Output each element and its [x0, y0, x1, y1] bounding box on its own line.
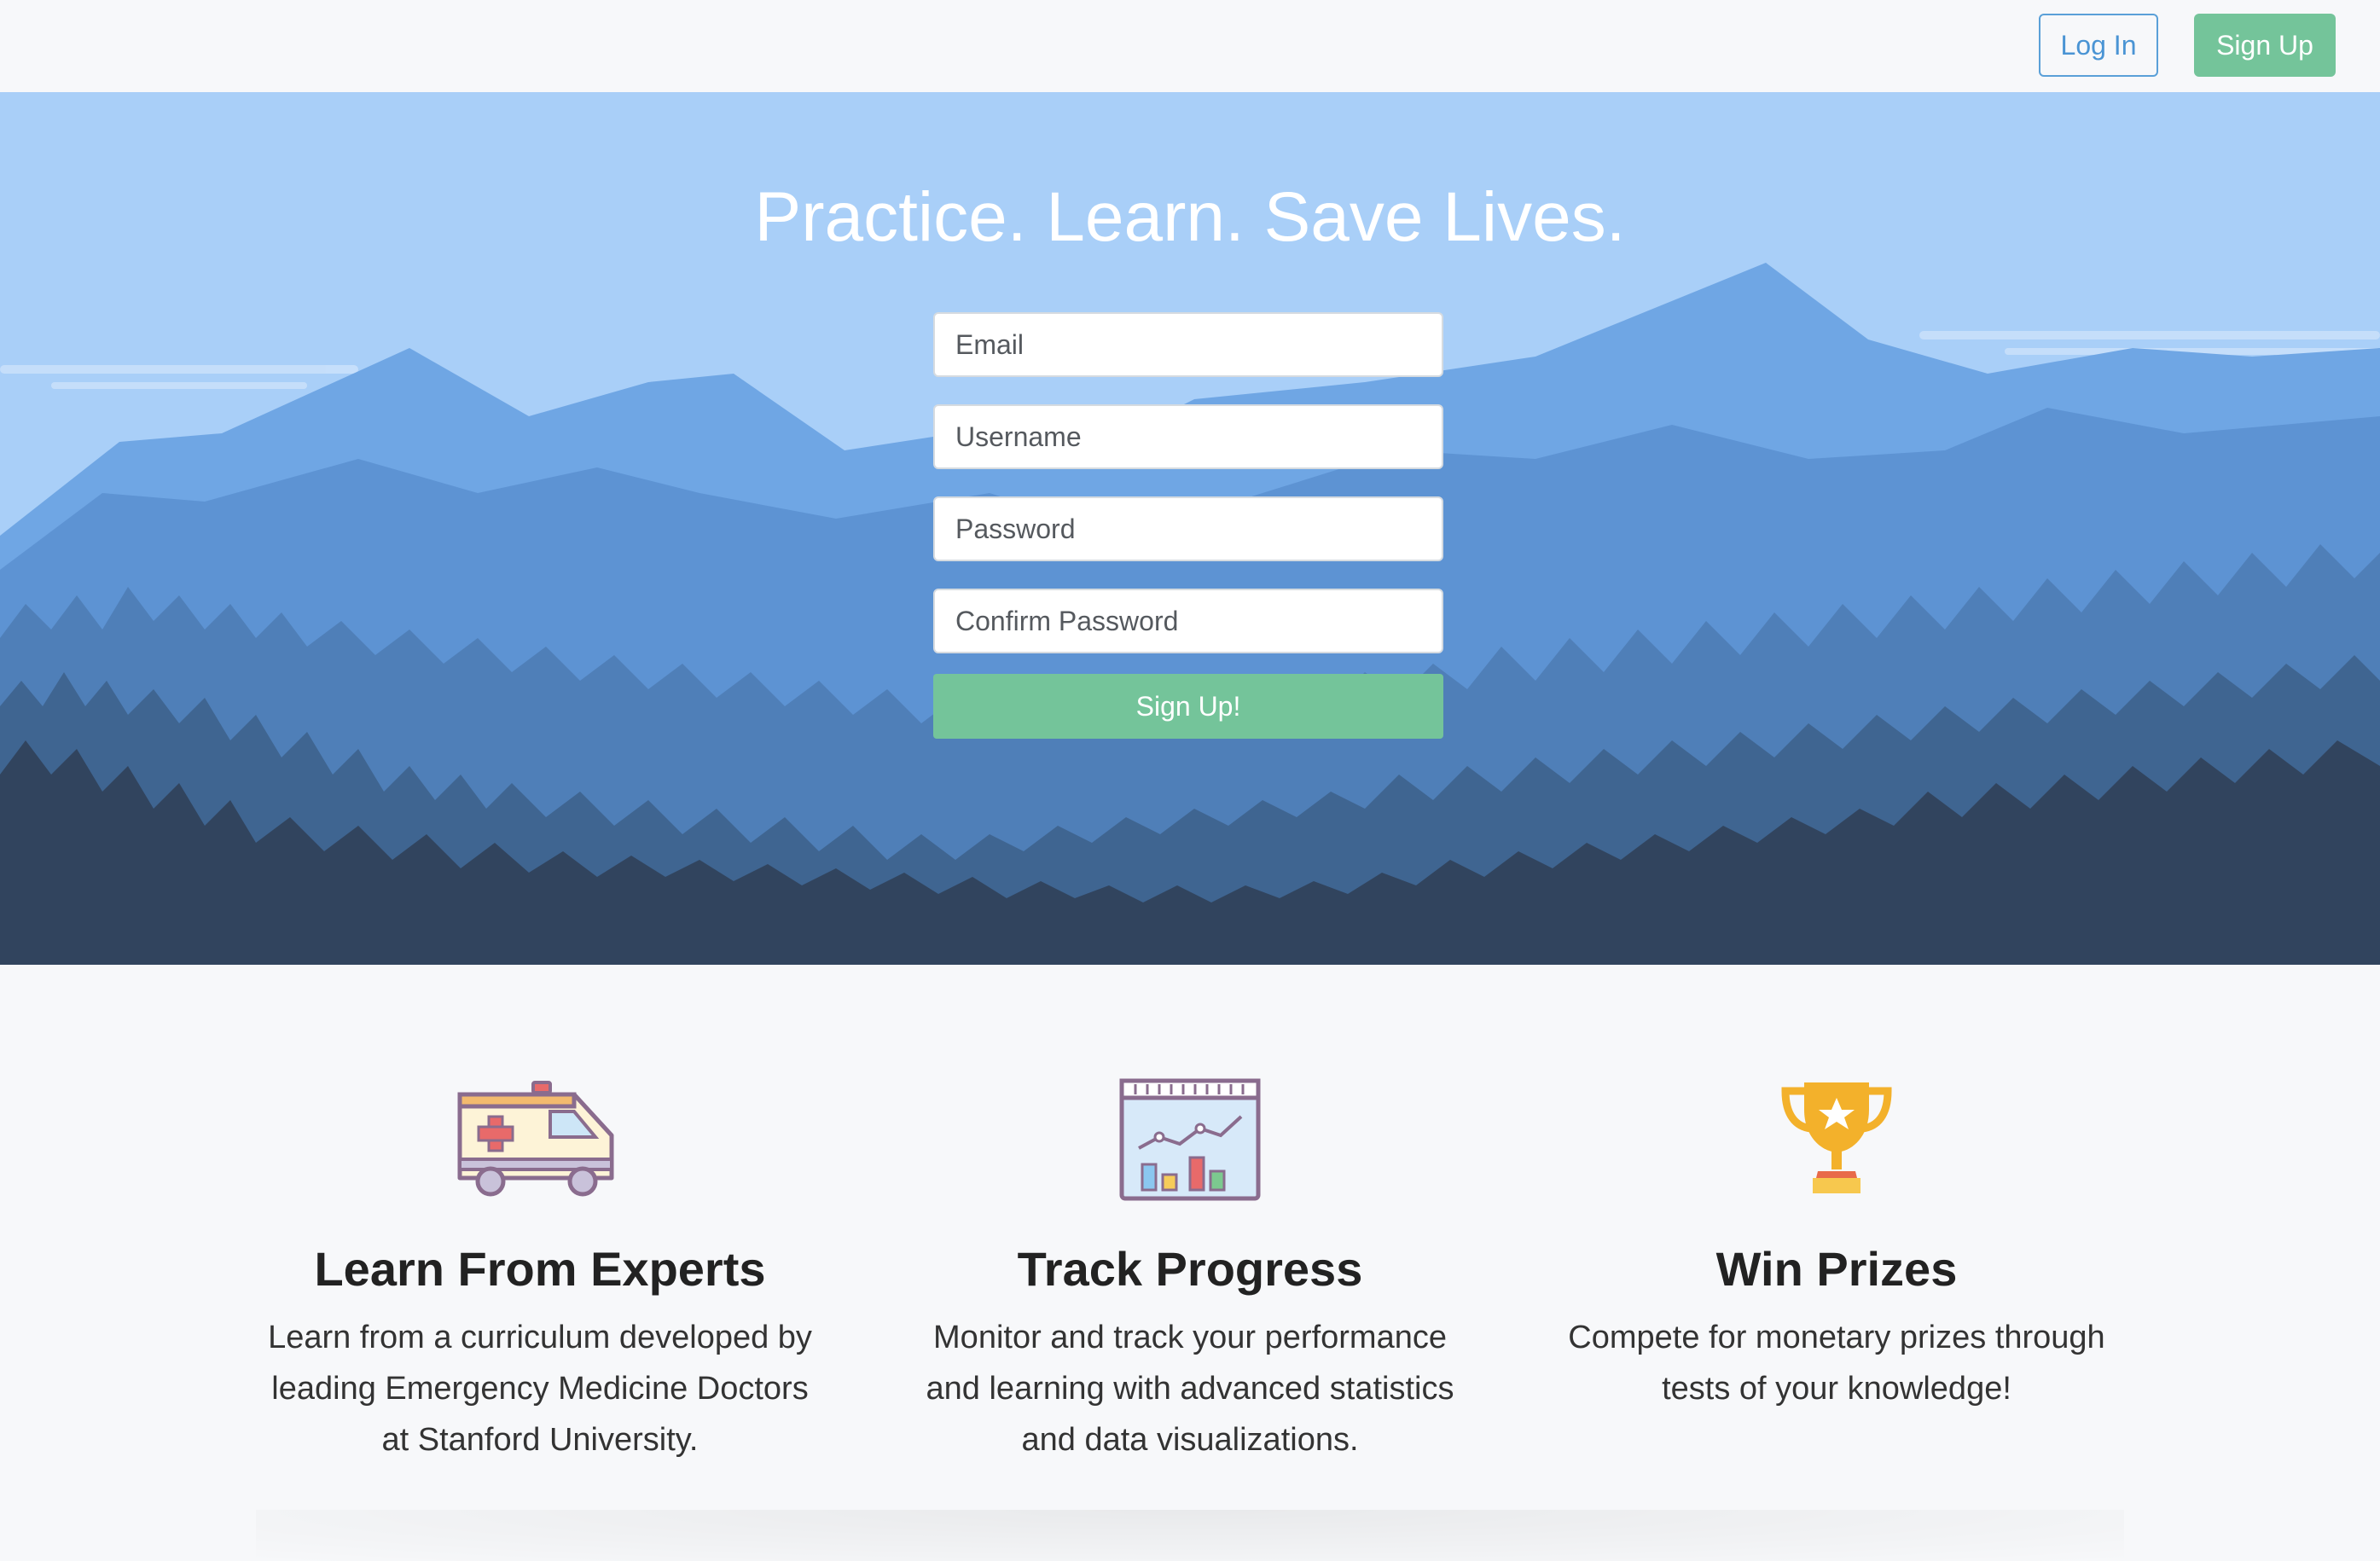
- password-field[interactable]: [933, 496, 1443, 561]
- username-field[interactable]: [933, 404, 1443, 469]
- features-section: Learn From Experts Learn from a curricul…: [0, 965, 2380, 1544]
- feature-track-progress: Track Progress Monitor and track your pe…: [891, 1076, 1489, 1465]
- chart-dashboard-icon: [1119, 1078, 1261, 1201]
- signup-nav-button[interactable]: Sign Up: [2194, 14, 2336, 77]
- feature-win-prizes: Win Prizes Compete for monetary prizes t…: [1538, 1076, 2135, 1414]
- feature-description: Learn from a curriculum developed by lea…: [268, 1320, 812, 1458]
- feature-title: Track Progress: [1017, 1242, 1363, 1296]
- top-navbar: Log In Sign Up: [0, 0, 2380, 92]
- footer-edge-shadow: [256, 1510, 2124, 1561]
- feature-description: Monitor and track your performance and l…: [926, 1320, 1454, 1458]
- confirm-password-field[interactable]: [933, 589, 1443, 653]
- email-field[interactable]: [933, 312, 1443, 377]
- ambulance-icon: [457, 1081, 614, 1197]
- login-button[interactable]: Log In: [2039, 14, 2158, 77]
- signup-form: Sign Up!: [933, 312, 1443, 739]
- trophy-icon: [1781, 1082, 1892, 1193]
- signup-submit-button[interactable]: Sign Up!: [933, 674, 1443, 739]
- hero-section: Practice. Learn. Save Lives. Sign Up!: [0, 92, 2380, 965]
- hero-title: Practice. Learn. Save Lives.: [754, 178, 1626, 256]
- feature-description: Compete for monetary prizes through test…: [1568, 1320, 2105, 1407]
- feature-learn-from-experts: Learn From Experts Learn from a curricul…: [241, 1076, 839, 1465]
- feature-title: Learn From Experts: [314, 1242, 766, 1296]
- feature-title: Win Prizes: [1715, 1242, 1958, 1296]
